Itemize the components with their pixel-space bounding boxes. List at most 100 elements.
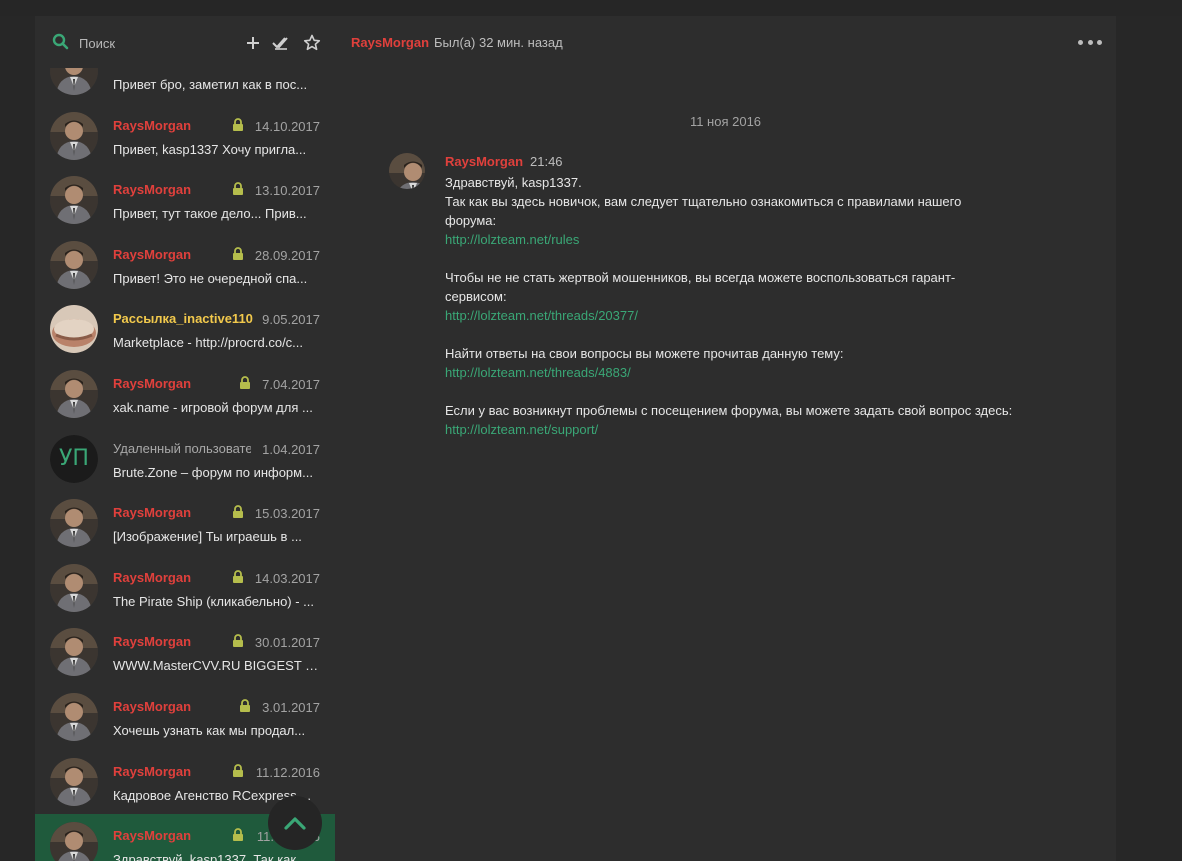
conversation-date: 15.03.2017 [254,506,320,522]
lock-icon [232,634,244,648]
message-body: Здравствуй, kasp1337. Так как вы здесь но… [445,173,1055,439]
conversation-date: 1.04.2017 [262,441,320,457]
message-link[interactable]: http://lolzteam.net/rules [445,232,579,247]
message-line: http://lolzteam.net/threads/4883/ [445,363,1055,382]
chat-panel: RaysMorgan Был(а) 32 мин. назад 11 ноя 2… [335,16,1116,861]
avatar-initials: УП [50,434,98,483]
conversation-date: 13.10.2017 [254,183,320,199]
chat-header: RaysMorgan Был(а) 32 мин. назад [335,16,1116,68]
conversation-item[interactable]: RaysMorgan 3.01.2017 Хочешь узнать как мы … [35,685,335,749]
star-icon [303,34,321,51]
message-line: http://lolzteam.net/support/ [445,420,1055,439]
message-line: Здравствуй, kasp1337. [445,175,582,190]
avatar [50,176,98,225]
top-strip [0,0,1182,16]
message-line: http://lolzteam.net/threads/20377/ [445,306,1055,325]
message-line: Если у вас возникнут проблемы с посещени… [445,403,1013,418]
conversation-item[interactable]: УП Удаленный пользователь 1.04.2017 Brute.Z… [35,427,335,491]
avatar [50,822,98,861]
conversation-preview: Привет бро, заметил как в пос... [113,77,308,92]
scroll-to-top-button[interactable] [268,796,322,850]
more-dots-icon [1078,39,1083,45]
message-line: Найти ответы на свои вопросы вы можете п… [445,346,844,361]
search-input[interactable] [79,32,229,54]
conversation-preview: Здравствуй, kasp1337. Так как... [113,852,307,861]
conversation-preview: Brute.Zone – форум по информ... [113,464,313,480]
avatar [50,370,98,418]
last-seen-status: Был(а) 32 мин. назад [434,35,563,50]
conversation-item[interactable]: RaysMorgan 30.01.2017 WWW.MasterCVV.RU BIG… [35,620,335,684]
message-line: Чтобы не не стать жертвой мошенников, вы… [445,270,956,285]
avatar [50,499,98,548]
avatar [50,628,98,677]
mark-all-read-button[interactable] [270,32,292,54]
avatar [50,111,98,160]
conversation-name: RaysMorgan [113,699,192,714]
message-time: 21:46 [530,154,563,169]
avatar [50,240,98,289]
lock-icon [232,569,244,583]
message-link[interactable]: http://lolzteam.net/support/ [445,422,598,437]
conversation-date: 9.05.2017 [262,312,320,328]
message-line: Так как вы здесь новичок, вам следует тщ… [445,194,962,209]
conversation-date: 14.03.2017 [254,570,320,586]
lock-icon [239,376,251,389]
double-check-icon [272,37,288,50]
conversation-name: Удаленный пользователь [113,440,251,456]
avatar: УП [50,434,98,483]
conversation-preview: Привет, тут такое дело... Прив... [113,206,307,222]
conversation-preview: Привет! Это не очередной спа... [113,270,308,286]
conversation-item[interactable]: RaysMorgan 14.03.2017 The Pirate Ship (кли… [35,556,335,620]
lock-icon [232,505,244,519]
message-avatar[interactable] [389,153,425,189]
conversation-preview: Marketplace - http://procrd.co/c... [113,335,304,351]
lock-icon [232,117,244,131]
conversation-preview: Привет, kasp1337 Хочу пригла... [113,141,307,157]
conversation-preview: The Pirate Ship (кликабельно) - ... [113,593,315,609]
more-dots-icon [1087,39,1093,45]
lock-icon [239,699,251,712]
conversation-date: 28.09.2017 [254,247,320,263]
lock-icon [232,763,244,777]
chevron-up-icon [284,817,306,830]
message-link[interactable]: http://lolzteam.net/threads/20377/ [445,308,638,323]
chat-username-link[interactable]: RaysMorgan [351,35,429,50]
conversation-preview: Хочешь узнать как мы продал... [113,723,306,738]
conversation-item[interactable]: RaysMorgan 7.04.2017 xak.name - игровой фо… [35,362,335,426]
conversation-preview: xak.name - игровой форум для ... [113,400,313,415]
messenger-window: Привет бро, заметил как в пос... RaysMorg… [35,16,1116,861]
conversation-date: 7.04.2017 [262,377,320,392]
conversation-date: 3.01.2017 [262,700,320,715]
avatar [50,757,98,806]
conversation-date: 30.01.2017 [254,635,320,651]
date-separator: 11 ноя 2016 [689,114,762,129]
conversation-name: RaysMorgan [113,376,192,391]
starred-button[interactable] [301,32,323,54]
conversation-item[interactable]: Рассылка_inactive110 9.05.2017 Marketplace… [35,297,335,361]
lock-icon [232,828,244,842]
new-conversation-button[interactable] [242,32,264,54]
message-line: сервисом: [445,289,507,304]
message-author-link[interactable]: RaysMorgan [445,154,523,169]
conversation-item[interactable]: RaysMorgan 15.03.2017 [Изображение] Ты игр… [35,491,335,555]
message-link[interactable]: http://lolzteam.net/threads/4883/ [445,365,631,380]
plus-icon [247,37,259,49]
more-dots-icon [1097,39,1102,45]
avatar [50,305,98,354]
conversation-item[interactable]: RaysMorgan 13.10.2017 Привет, тут такое де… [35,168,335,232]
conversation-date: 11.12.2016 [255,764,320,780]
more-options-button[interactable] [1078,34,1102,50]
avatar [50,563,98,612]
message-line: http://lolzteam.net/rules [445,230,1055,249]
avatar [50,693,98,741]
search-icon [52,33,70,51]
search-bar [35,16,335,68]
conversation-name: Рассылка_inactive110 [113,311,253,327]
conversation-date: 14.10.2017 [254,118,320,134]
conversation-item[interactable]: RaysMorgan 14.10.2017 Привет, kasp1337 Хоч… [35,104,335,168]
lock-icon [232,246,244,260]
conversation-item[interactable]: RaysMorgan 28.09.2017 Привет! Это не очере… [35,233,335,297]
